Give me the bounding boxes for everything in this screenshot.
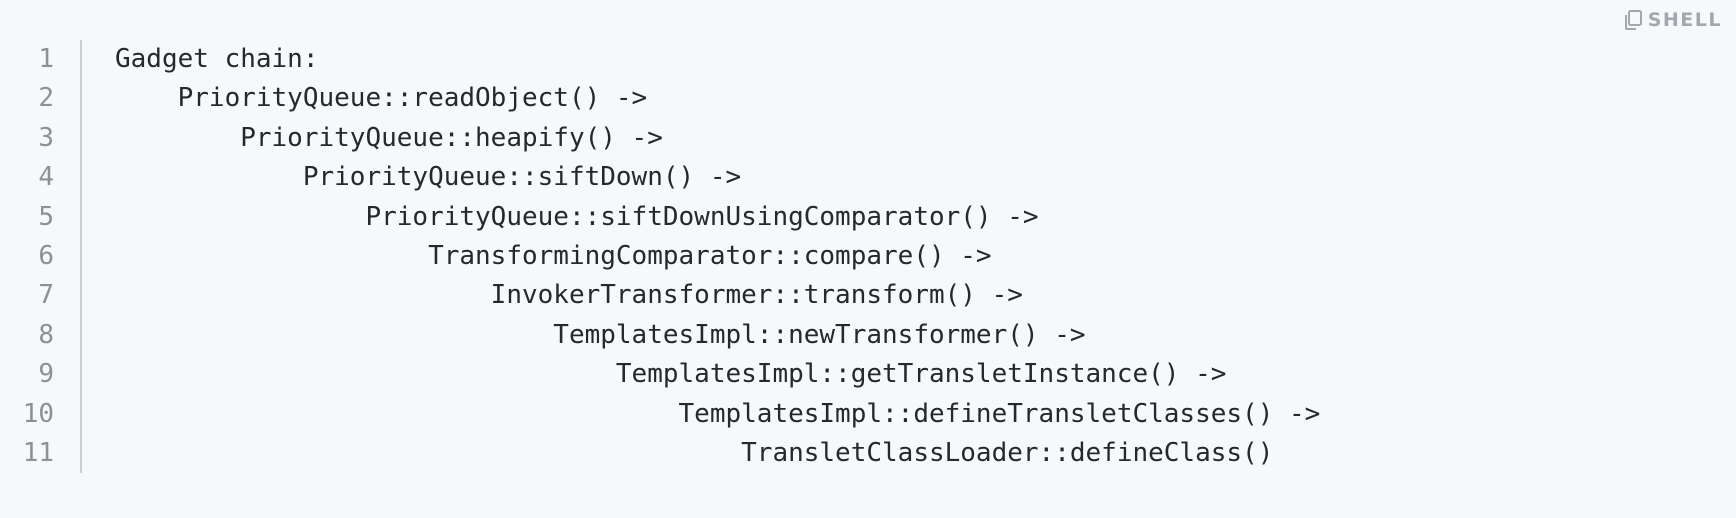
line-number: 4 bbox=[38, 162, 54, 193]
line-number: 7 bbox=[38, 280, 54, 311]
code-line[interactable]: TemplatesImpl::defineTransletClasses() -… bbox=[115, 395, 1321, 434]
code-line[interactable]: TemplatesImpl::getTransletInstance() -> bbox=[115, 355, 1320, 394]
line-number: 8 bbox=[38, 319, 54, 350]
line-number: 9 bbox=[38, 359, 54, 390]
code-line[interactable]: Gadget chain: bbox=[115, 40, 1320, 79]
line-number-gutter: 1 2 3 4 5 6 7 8 9 10 11 bbox=[0, 40, 82, 474]
line-number: 5 bbox=[38, 201, 54, 232]
code-block: SHELL 1 2 3 4 5 6 7 8 9 10 11 Gadget chain: Priori… bbox=[0, 0, 1736, 518]
code-line[interactable]: PriorityQueue::siftDown() -> bbox=[115, 158, 1320, 197]
copy-icon bbox=[1622, 9, 1644, 31]
code-line[interactable]: TemplatesImpl::newTransformer() -> bbox=[115, 316, 1320, 355]
line-number: 6 bbox=[38, 240, 54, 271]
code-line[interactable]: PriorityQueue::siftDownUsingComparator()… bbox=[115, 198, 1320, 237]
line-number: 2 bbox=[38, 83, 54, 114]
code-line[interactable]: TransletClassLoader::defineClass() bbox=[115, 434, 1320, 473]
code-line[interactable]: PriorityQueue::readObject() -> bbox=[115, 79, 1320, 118]
line-number: 11 bbox=[22, 437, 54, 468]
language-label: SHELL bbox=[1647, 9, 1722, 31]
copy-button[interactable]: SHELL bbox=[1622, 6, 1722, 34]
line-number: 3 bbox=[38, 122, 54, 153]
line-number: 10 bbox=[22, 398, 54, 429]
line-number: 1 bbox=[38, 44, 54, 74]
code-lines[interactable]: Gadget chain: PriorityQueue::readObject(… bbox=[82, 40, 1320, 473]
code-line[interactable]: PriorityQueue::heapify() -> bbox=[115, 119, 1320, 158]
code-line[interactable]: InvokerTransformer::transform() -> bbox=[115, 276, 1320, 315]
code-line[interactable]: TransformingComparator::compare() -> bbox=[115, 237, 1320, 276]
code-area[interactable]: 1 2 3 4 5 6 7 8 9 10 11 Gadget chain: PriorityQueu… bbox=[0, 40, 1320, 474]
